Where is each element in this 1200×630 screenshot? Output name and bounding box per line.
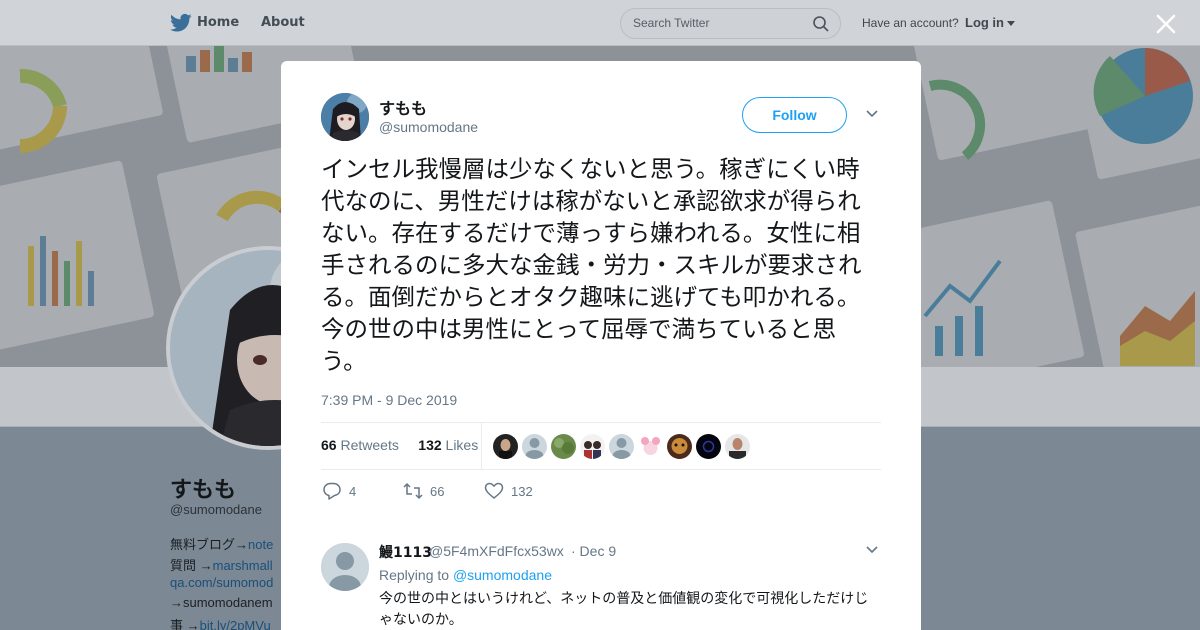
login-link[interactable]: Log in xyxy=(965,15,1004,30)
nav-about-link[interactable]: About xyxy=(261,15,305,30)
search-icon[interactable] xyxy=(812,15,830,33)
bio-line: 質問 →marshmall xyxy=(170,558,273,573)
reply-icon[interactable] xyxy=(321,481,343,501)
reply-count: 4 xyxy=(349,484,357,499)
divider xyxy=(321,422,881,423)
follow-button[interactable]: Follow xyxy=(742,97,847,133)
liker-avatar[interactable] xyxy=(551,434,576,459)
tweet-stats: 66 Retweets 132 Likes xyxy=(321,437,478,453)
bio-link[interactable]: marshmall xyxy=(213,558,273,573)
bio-line: 事 →bit.ly/2pMVu xyxy=(170,615,271,630)
reply-author-handle[interactable]: @5F4mXFdFfcx53wx xyxy=(429,543,564,559)
replying-to-link[interactable]: @sumomodane xyxy=(453,567,552,583)
reply-author-name[interactable]: 鰻1113 xyxy=(379,542,432,562)
like-count: 132 xyxy=(511,484,533,499)
top-nav: Home About Search Twitter Have an accoun… xyxy=(0,0,1200,46)
twitter-bird-icon[interactable] xyxy=(170,13,192,33)
have-account-text: Have an account? xyxy=(862,16,959,30)
bio-line: 無料ブログ→note xyxy=(170,537,274,552)
liker-avatar[interactable] xyxy=(580,434,605,459)
liker-avatar[interactable] xyxy=(667,434,692,459)
bio-line: →sumomodanem xyxy=(170,595,273,610)
chevron-down-icon[interactable] xyxy=(865,545,879,555)
liker-avatar[interactable] xyxy=(522,434,547,459)
bio-link[interactable]: bit.ly/2pMVu xyxy=(200,618,271,630)
close-icon[interactable] xyxy=(1152,10,1180,38)
tweet-author-name[interactable]: すもも xyxy=(379,95,427,119)
retweet-count: 66 xyxy=(430,484,445,499)
caret-down-icon[interactable] xyxy=(1007,21,1015,26)
search-placeholder: Search Twitter xyxy=(633,16,710,30)
tweet-modal: すもも @sumomodane Follow インセル我慢層は少なくないと思う。… xyxy=(281,61,921,630)
liker-avatar[interactable] xyxy=(696,434,721,459)
search-input[interactable]: Search Twitter xyxy=(620,8,841,39)
nav-home-link[interactable]: Home xyxy=(197,15,239,30)
divider xyxy=(481,423,482,469)
replying-to: Replying to @sumomodane xyxy=(379,567,552,583)
divider xyxy=(321,469,881,470)
reply-date[interactable]: · Dec 9 xyxy=(571,543,616,559)
profile-handle[interactable]: @sumomodane xyxy=(170,502,262,517)
bio-line: qa.com/sumomod xyxy=(170,575,273,590)
bio-link[interactable]: qa.com/sumomod xyxy=(170,575,273,590)
liker-avatar[interactable] xyxy=(638,434,663,459)
chevron-down-icon[interactable] xyxy=(865,109,879,119)
reply-text: 今の世の中とはいうけれど、ネットの普及と価値観の変化で可視化しただけじゃないのか… xyxy=(379,591,869,628)
profile-name: すもも xyxy=(170,478,237,503)
likes-stat[interactable]: 132 Likes xyxy=(418,437,478,453)
heart-icon[interactable] xyxy=(483,481,505,501)
liker-avatar[interactable] xyxy=(493,434,518,459)
bio-link[interactable]: note xyxy=(248,537,273,552)
liker-avatar[interactable] xyxy=(725,434,750,459)
tweet-author-avatar[interactable] xyxy=(321,93,369,141)
tweet-timestamp[interactable]: 7:39 PM - 9 Dec 2019 xyxy=(321,392,457,408)
retweet-icon[interactable] xyxy=(402,481,424,501)
tweet-author-handle[interactable]: @sumomodane xyxy=(379,119,478,135)
retweets-stat[interactable]: 66 Retweets xyxy=(321,437,399,453)
liker-avatar[interactable] xyxy=(609,434,634,459)
reply-author-avatar[interactable] xyxy=(321,543,369,591)
tweet-text: インセル我慢層は少なくないと思う。稼ぎにくい時代なのに、男性だけは稼がないと承認… xyxy=(321,155,862,375)
